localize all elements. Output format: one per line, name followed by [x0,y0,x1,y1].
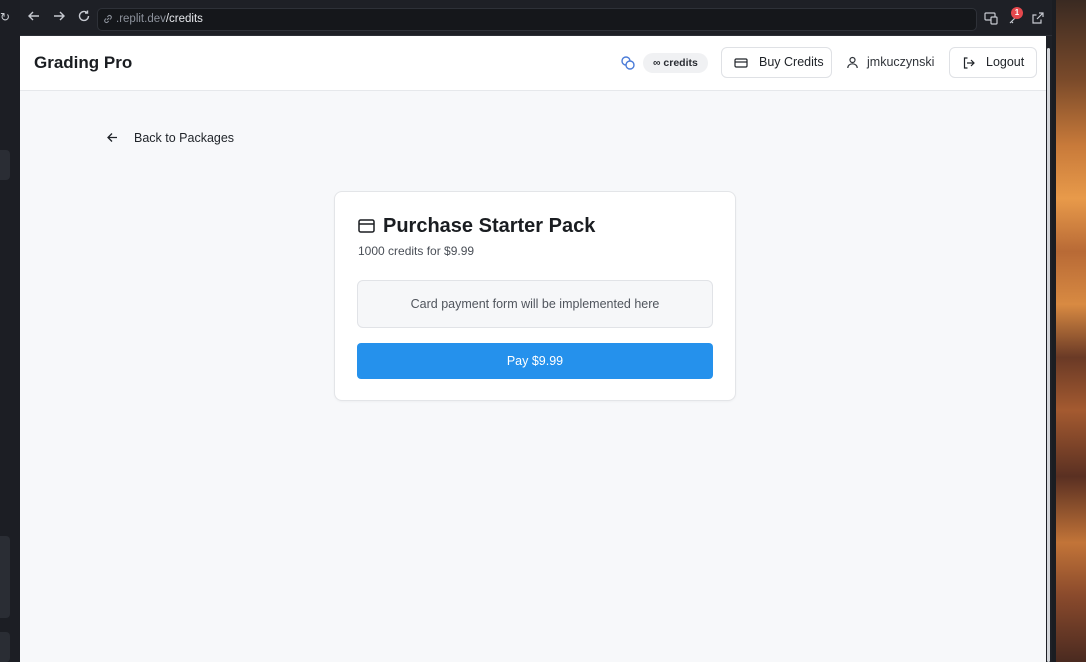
desktop-wallpaper [1056,0,1086,662]
coins-icon [621,56,635,70]
page-viewport: Grading Pro ∞ credits Buy Credits jmkucz… [20,36,1046,662]
notification-badge: 1 [1011,7,1023,19]
buy-credits-button[interactable]: Buy Credits [721,47,832,78]
url-path: /credits [165,13,203,25]
purchase-title-text: Purchase Starter Pack [383,215,596,237]
logout-label: Logout [986,55,1025,69]
screen: ↻ .replit.dev/credits 1 Grading Pro ∞ cr… [0,0,1086,662]
forward-arrow-icon[interactable] [50,9,68,27]
open-external-icon[interactable] [1030,10,1046,26]
credit-card-icon [358,219,375,233]
side-panel-tab[interactable] [0,632,10,662]
back-arrow-icon[interactable] [25,9,43,27]
refresh-icon[interactable]: ↻ [0,10,10,24]
url-text: .replit.dev/credits [116,13,203,25]
address-bar[interactable]: .replit.dev/credits [97,8,977,31]
url-host: .replit.dev [116,13,166,25]
credit-card-icon [734,58,748,68]
purchase-subtitle: 1000 credits for $9.99 [358,244,475,258]
purchase-card: Purchase Starter Pack 1000 credits for $… [334,191,736,401]
app-header: Grading Pro ∞ credits Buy Credits jmkucz… [20,36,1046,91]
buy-credits-label: Buy Credits [759,55,824,69]
scrollbar-thumb[interactable] [1047,48,1050,662]
side-panel-tab[interactable] [0,536,10,618]
side-panel-tab[interactable] [0,150,10,180]
app-brand[interactable]: Grading Pro [34,53,132,73]
reload-icon[interactable] [75,9,93,27]
arrow-left-icon [107,133,117,142]
username: jmkuczynski [867,55,935,69]
credits-badge: ∞ credits [643,53,708,73]
payment-form-placeholder: Card payment form will be implemented he… [357,280,713,328]
logout-icon [963,57,975,69]
pay-button[interactable]: Pay $9.99 [357,343,713,379]
back-label: Back to Packages [134,131,235,145]
user-icon [847,56,858,69]
browser-toolbar: .replit.dev/credits 1 [20,0,1052,36]
logout-button[interactable]: Logout [949,47,1037,78]
devices-icon[interactable] [983,10,999,26]
link-icon [104,15,112,23]
ide-side-panel: ↻ [0,0,20,662]
